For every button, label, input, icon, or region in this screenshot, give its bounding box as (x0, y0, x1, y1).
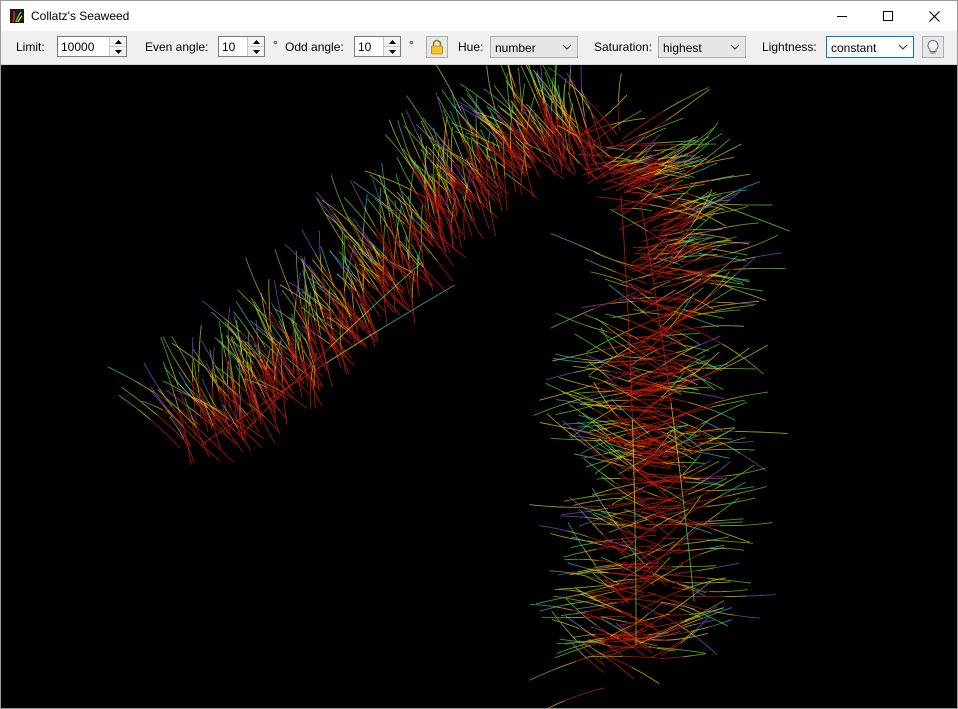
even-angle-degree: ° (273, 38, 278, 52)
lightbulb-icon (927, 39, 939, 54)
even-angle-label: Even angle: (145, 40, 209, 54)
window-title: Collatz's Seaweed (31, 9, 130, 23)
spin-up-icon[interactable] (384, 37, 400, 47)
seaweed-canvas[interactable] (1, 65, 957, 708)
limit-spinbox[interactable]: 10000 (57, 36, 127, 57)
minimize-icon (837, 16, 847, 17)
lightness-label: Lightness: (762, 40, 817, 54)
odd-angle-degree: ° (409, 38, 414, 52)
spin-up-icon[interactable] (110, 37, 126, 47)
close-icon (928, 10, 940, 22)
app-window: Collatz's Seaweed Limit: 10000 Even angl… (0, 0, 958, 709)
spin-up-icon[interactable] (248, 37, 264, 47)
lock-icon (431, 39, 443, 55)
maximize-icon (883, 11, 893, 21)
limit-value: 10000 (61, 40, 95, 54)
chevron-down-icon (730, 44, 740, 50)
lightness-value: constant (831, 41, 877, 55)
odd-angle-value: 10 (358, 40, 372, 54)
hue-label: Hue: (458, 40, 484, 54)
hue-value: number (495, 41, 536, 55)
saturation-label: Saturation: (594, 40, 653, 54)
maximize-button[interactable] (865, 1, 911, 31)
seaweed-drawing (107, 65, 790, 708)
spin-down-icon[interactable] (110, 47, 126, 56)
even-angle-value: 10 (222, 40, 236, 54)
odd-angle-label: Odd angle: (285, 40, 344, 54)
toolbar: Limit: 10000 Even angle: 10 ° Odd angle:… (1, 31, 957, 65)
saturation-value: highest (663, 41, 702, 55)
lightbulb-button[interactable] (922, 36, 944, 58)
even-angle-spinbox[interactable]: 10 (218, 36, 265, 57)
seaweed-app-icon (10, 9, 24, 23)
lightness-select[interactable]: constant (826, 36, 914, 58)
saturation-select[interactable]: highest (658, 36, 746, 58)
hue-select[interactable]: number (490, 36, 578, 58)
limit-label: Limit: (16, 40, 45, 54)
chevron-down-icon (898, 44, 908, 50)
title-bar[interactable]: Collatz's Seaweed (1, 1, 957, 31)
chevron-down-icon (562, 44, 572, 50)
spin-down-icon[interactable] (248, 47, 264, 56)
spin-down-icon[interactable] (384, 47, 400, 56)
close-button[interactable] (911, 1, 957, 31)
odd-angle-spinbox[interactable]: 10 (354, 36, 401, 57)
lock-angles-button[interactable] (426, 36, 448, 58)
minimize-button[interactable] (819, 1, 865, 31)
